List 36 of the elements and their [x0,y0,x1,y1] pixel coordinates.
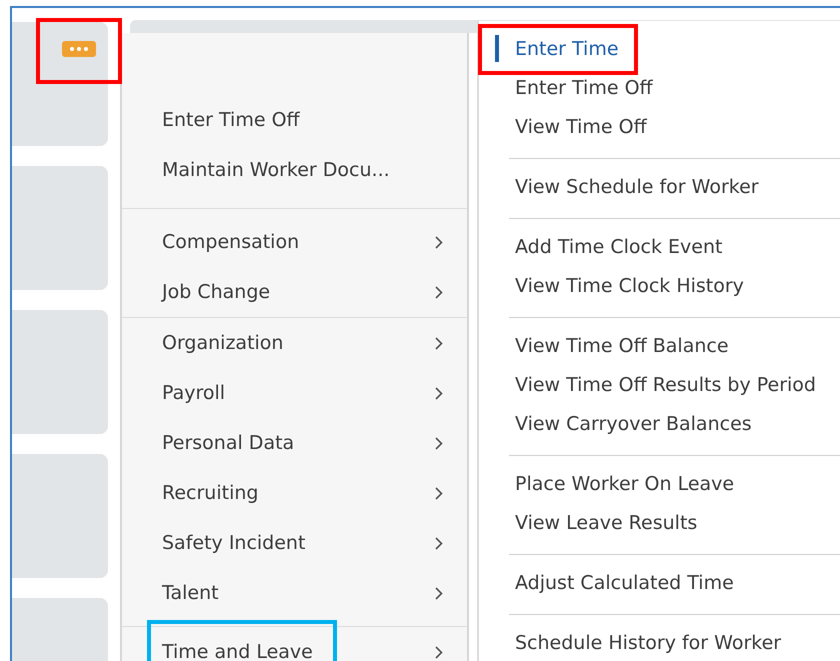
chevron-right-icon [435,386,443,400]
menu-item[interactable]: Maintain Worker Docu... [162,159,443,181]
chevron-right-icon [435,336,443,350]
submenu-item[interactable]: View Time Clock History [509,274,744,296]
chevron-right-icon [435,286,443,298]
chevron-right-icon [435,646,443,658]
menu-category[interactable]: Job Change [162,281,435,303]
submenu-item[interactable]: View Carryover Balances [509,412,752,434]
submenu-item[interactable]: View Time Off Balance [509,334,729,356]
submenu-item[interactable]: View Leave Results [509,512,698,534]
submenu-item[interactable]: View Schedule for Worker [509,176,759,198]
chevron-right-icon [435,536,443,550]
submenu-item[interactable]: Schedule History for Worker [509,632,782,654]
menu-category[interactable]: Payroll [162,382,435,404]
menu-category[interactable]: Safety Incident [162,532,435,554]
chevron-right-icon [435,486,443,500]
submenu-item[interactable]: Place Worker On Leave [509,472,734,494]
chevron-right-icon [435,236,443,248]
chevron-right-icon [435,436,443,450]
submenu-item[interactable]: Adjust Calculated Time [509,572,734,594]
more-actions-button[interactable] [62,41,96,57]
submenu-item[interactable]: Enter Time Off [509,76,653,98]
menu-item[interactable]: Enter Time Off [162,109,443,131]
menu-category[interactable]: Time and Leave [162,641,435,661]
ellipsis-icon [70,47,88,51]
menu-category[interactable]: Organization [162,332,435,354]
submenu-item[interactable]: View Time Off [509,116,647,138]
submenu-item[interactable]: View Time Off Results by Period [509,374,816,396]
menu-category[interactable]: Personal Data [162,432,435,454]
submenu-item[interactable]: Add Time Clock Event [509,236,722,258]
chevron-right-icon [435,586,443,600]
menu-category[interactable]: Recruiting [162,482,435,504]
submenu-item[interactable]: Enter Time [509,38,619,60]
menu-category[interactable]: Compensation [162,231,435,253]
selection-bar [495,35,499,62]
menu-category[interactable]: Talent [162,582,435,604]
